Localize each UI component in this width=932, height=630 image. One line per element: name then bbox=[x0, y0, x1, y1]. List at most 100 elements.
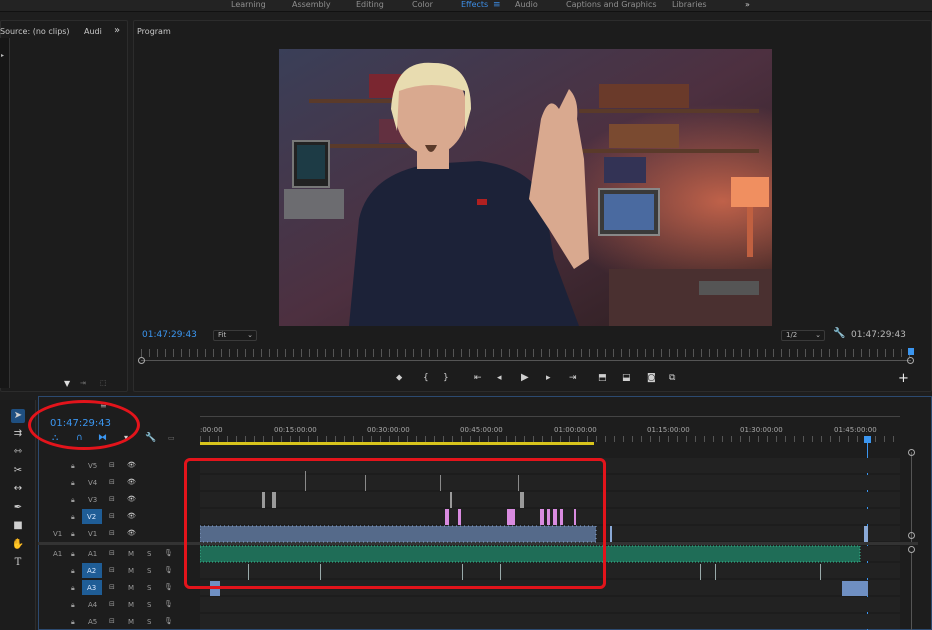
eye-icon[interactable]: 👁︎ bbox=[127, 478, 136, 486]
type-tool-icon[interactable]: T bbox=[11, 556, 25, 570]
sync-lock-icon[interactable]: ⊟ bbox=[109, 549, 115, 557]
track-name-a2[interactable]: A2 bbox=[87, 567, 96, 575]
track-name-v5[interactable]: V5 bbox=[88, 462, 97, 470]
solo-button[interactable]: S bbox=[147, 550, 151, 558]
tab-learning[interactable]: Learning bbox=[231, 0, 266, 12]
slip-tool-icon[interactable]: ↔ bbox=[11, 482, 25, 496]
mute-button[interactable]: M bbox=[128, 550, 134, 558]
track-name-a1[interactable]: A1 bbox=[88, 550, 97, 558]
wrench-icon[interactable]: 🔧 bbox=[833, 328, 845, 339]
lock-icon[interactable]: 🔒︎ bbox=[71, 496, 75, 505]
in-point-icon[interactable]: { bbox=[423, 373, 429, 383]
filter-icon[interactable]: ▼ bbox=[64, 379, 70, 388]
lock-icon[interactable]: 🔒︎ bbox=[71, 618, 75, 627]
workspace-more-icon[interactable]: » bbox=[745, 0, 750, 12]
source-panel-title[interactable]: Source: (no clips) bbox=[0, 27, 70, 36]
track-name-a5[interactable]: A5 bbox=[88, 618, 97, 626]
lock-icon[interactable]: 🔒︎ bbox=[71, 550, 75, 559]
tab-captions-graphics[interactable]: Captions and Graphics bbox=[566, 0, 657, 12]
insert-icon[interactable]: ⇥ bbox=[80, 379, 86, 387]
video-scroll-track[interactable] bbox=[911, 452, 912, 542]
sync-lock-icon[interactable]: ⊟ bbox=[109, 566, 115, 574]
lift-icon[interactable]: ⬒ bbox=[598, 373, 607, 383]
tab-libraries[interactable]: Libraries bbox=[672, 0, 707, 12]
step-back-icon[interactable]: ◂ bbox=[497, 373, 502, 383]
ripple-edit-tool-icon[interactable]: ⇿ bbox=[11, 445, 25, 459]
sync-lock-icon[interactable]: ⊟ bbox=[109, 461, 115, 469]
track-name-v4[interactable]: V4 bbox=[88, 479, 97, 487]
mute-button[interactable]: M bbox=[128, 567, 134, 575]
sync-lock-icon[interactable]: ⊟ bbox=[109, 495, 115, 503]
microphone-icon[interactable]: 🎙︎ bbox=[164, 549, 173, 557]
tab-assembly[interactable]: Assembly bbox=[292, 0, 331, 12]
scrub-end-handle[interactable] bbox=[907, 357, 914, 364]
solo-button[interactable]: S bbox=[147, 601, 151, 609]
solo-button[interactable]: S bbox=[147, 567, 151, 575]
timeline-playhead-handle[interactable] bbox=[864, 436, 871, 443]
source-more-icon[interactable]: » bbox=[114, 25, 120, 36]
solo-button[interactable]: S bbox=[147, 584, 151, 592]
go-to-out-icon[interactable]: ⇥ bbox=[569, 373, 577, 383]
audio-scroll-track[interactable] bbox=[911, 552, 912, 630]
razor-tool-icon[interactable]: ✂ bbox=[11, 464, 25, 478]
hand-tool-icon[interactable]: ✋ bbox=[11, 538, 25, 552]
eye-icon[interactable]: 👁︎ bbox=[127, 495, 136, 503]
video-scroll-handle-bottom[interactable] bbox=[908, 532, 915, 539]
sync-lock-icon[interactable]: ⊟ bbox=[109, 529, 115, 537]
work-area-bar[interactable] bbox=[200, 442, 594, 445]
lock-icon[interactable]: 🔒︎ bbox=[71, 601, 75, 610]
resolution-dropdown[interactable]: 1/2 ⌄ bbox=[781, 330, 825, 341]
compare-icon[interactable]: ⧉ bbox=[669, 373, 675, 383]
mute-button[interactable]: M bbox=[128, 584, 134, 592]
program-scrub-line[interactable] bbox=[141, 360, 911, 361]
sync-lock-icon[interactable]: ⊟ bbox=[109, 478, 115, 486]
track-name-v2[interactable]: V2 bbox=[87, 513, 96, 521]
lock-icon[interactable]: 🔒︎ bbox=[71, 567, 75, 576]
mute-button[interactable]: M bbox=[128, 618, 134, 626]
source-expand-icon[interactable]: ▸ bbox=[1, 52, 4, 59]
track-name-v3[interactable]: V3 bbox=[88, 496, 97, 504]
marker-icon[interactable]: ⬥ bbox=[396, 373, 402, 383]
fit-dropdown[interactable]: Fit ⌄ bbox=[213, 330, 257, 341]
lock-icon[interactable]: 🔒︎ bbox=[71, 584, 75, 593]
track-name-a4[interactable]: A4 bbox=[88, 601, 97, 609]
lock-icon[interactable]: 🔒︎ bbox=[71, 462, 75, 471]
video-scroll-handle-top[interactable] bbox=[908, 449, 915, 456]
audio-scroll-handle[interactable] bbox=[908, 546, 915, 553]
captions-icon[interactable]: ▭ bbox=[168, 434, 175, 442]
out-point-icon[interactable]: } bbox=[443, 373, 449, 383]
program-ruler[interactable] bbox=[141, 349, 911, 357]
play-icon[interactable]: ▶ bbox=[521, 372, 529, 383]
selection-tool-icon[interactable]: ➤ bbox=[11, 409, 25, 423]
workspace-menu-icon[interactable]: ≡ bbox=[493, 0, 501, 12]
extract-icon[interactable]: ⬓ bbox=[622, 373, 631, 383]
lock-icon[interactable]: 🔒︎ bbox=[71, 530, 75, 539]
program-playhead[interactable] bbox=[908, 348, 914, 355]
pen-tool-icon[interactable]: ✒ bbox=[11, 501, 25, 515]
program-panel-title[interactable]: Program bbox=[137, 27, 171, 36]
mute-button[interactable]: M bbox=[128, 601, 134, 609]
microphone-icon[interactable]: 🎙︎ bbox=[164, 566, 173, 574]
step-forward-icon[interactable]: ▸ bbox=[546, 373, 551, 383]
tab-editing[interactable]: Editing bbox=[356, 0, 384, 12]
source-patch-a1[interactable]: A1 bbox=[53, 550, 62, 558]
tab-effects[interactable]: Effects bbox=[461, 0, 488, 12]
lock-icon[interactable]: 🔒︎ bbox=[71, 513, 75, 522]
program-playhead-timecode[interactable]: 01:47:29:43 bbox=[142, 330, 197, 340]
source-patch-v1[interactable]: V1 bbox=[53, 530, 62, 538]
export-frame-icon[interactable]: ◙ bbox=[647, 373, 656, 383]
eye-icon[interactable]: 👁︎ bbox=[127, 529, 136, 537]
microphone-icon[interactable]: 🎙︎ bbox=[164, 583, 173, 591]
tab-color[interactable]: Color bbox=[412, 0, 433, 12]
solo-button[interactable]: S bbox=[147, 618, 151, 626]
add-button-icon[interactable]: + bbox=[898, 371, 909, 386]
track-name-v1[interactable]: V1 bbox=[88, 530, 97, 538]
eye-icon[interactable]: 👁︎ bbox=[127, 461, 136, 469]
rectangle-tool-icon[interactable]: ■ bbox=[11, 519, 25, 533]
eye-icon[interactable]: 👁︎ bbox=[127, 512, 136, 520]
track-name-a3[interactable]: A3 bbox=[87, 584, 96, 592]
scrub-start-handle[interactable] bbox=[138, 357, 145, 364]
tab-audio[interactable]: Audio bbox=[515, 0, 538, 12]
track-select-tool-icon[interactable]: ⇉ bbox=[11, 427, 25, 441]
sync-lock-icon[interactable]: ⊟ bbox=[109, 512, 115, 520]
